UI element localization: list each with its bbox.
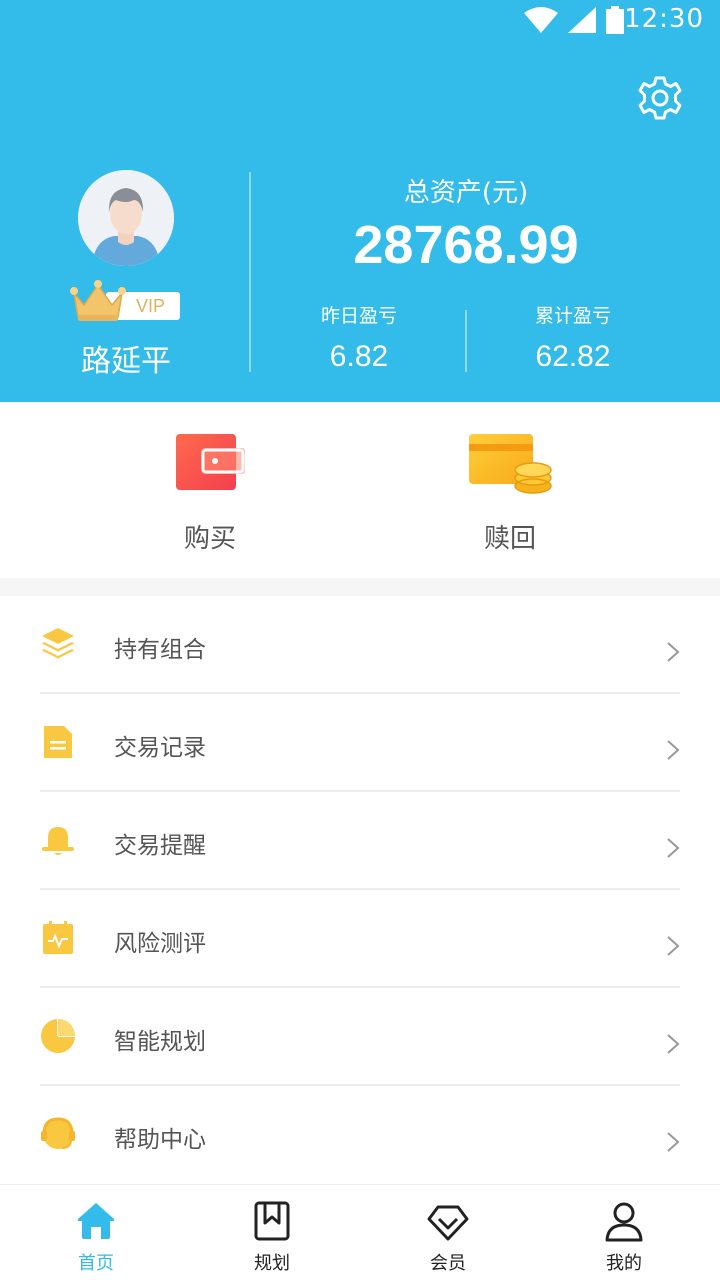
menu-item-risk-assessment[interactable]: 风险测评: [0, 890, 720, 988]
redeem-label: 赎回: [483, 524, 536, 554]
cumulative-pnl: 累计盈亏 62.82: [480, 302, 666, 374]
status-bar: 12:30: [0, 0, 720, 40]
chevron-right-icon: [667, 1034, 680, 1054]
status-time: 12:30: [624, 4, 704, 34]
yesterday-pnl-value: 6.82: [329, 340, 389, 373]
signal-icon: [568, 7, 596, 33]
menu-label: 交易记录: [114, 735, 206, 761]
home-icon: [77, 1203, 115, 1239]
buy-label: 购买: [183, 524, 236, 554]
crown-icon: [70, 280, 126, 321]
menu-label: 持有组合: [114, 637, 206, 663]
tab-home[interactable]: 首页: [36, 1195, 156, 1275]
chevron-right-icon: [667, 838, 680, 858]
chevron-right-icon: [667, 1132, 680, 1152]
layers-icon: [42, 628, 74, 659]
cumulative-pnl-label: 累计盈亏: [534, 305, 611, 327]
quick-actions: 购买 赎回: [0, 402, 720, 578]
menu-item-smart-planning[interactable]: 智能规划: [0, 988, 720, 1086]
menu-item-help-center[interactable]: 帮助中心: [0, 1086, 720, 1184]
yesterday-pnl-label: 昨日盈亏: [320, 305, 397, 327]
wallet-icon: [176, 434, 245, 490]
menu-label: 风险测评: [114, 931, 206, 957]
menu-label: 帮助中心: [114, 1127, 206, 1153]
diamond-icon: [427, 1205, 469, 1241]
menu-item-holdings[interactable]: 持有组合: [0, 596, 720, 694]
cumulative-pnl-value: 62.82: [535, 340, 611, 373]
person-icon: [605, 1202, 643, 1242]
tab-label: 我的: [606, 1253, 642, 1274]
total-assets-label: 总资产(元): [403, 178, 529, 208]
status-icons: [524, 4, 624, 36]
section-gap: [0, 578, 720, 596]
tab-label: 首页: [78, 1253, 114, 1274]
tab-label: 规划: [254, 1253, 290, 1274]
card-coins-icon: [469, 434, 552, 494]
menu-item-transactions[interactable]: 交易记录: [0, 694, 720, 792]
menu-list: 持有组合 交易记录 交易提醒 风险测评 智能规划 帮助中心: [0, 596, 720, 1184]
user-name: 路延平: [81, 344, 171, 379]
chevron-right-icon: [667, 642, 680, 662]
battery-icon: [606, 6, 624, 34]
menu-label: 智能规划: [114, 1029, 206, 1055]
profile-header: 12:30 VIP 路延平 总资产(元) 28768.99 昨日盈亏 6.82 …: [0, 0, 720, 402]
stats-divider: [465, 310, 467, 372]
tab-planning[interactable]: 规划: [212, 1195, 332, 1275]
tab-mine[interactable]: 我的: [564, 1195, 684, 1275]
buy-button[interactable]: 购买: [130, 432, 290, 555]
wifi-icon: [524, 7, 558, 33]
headset-icon: [41, 1117, 75, 1149]
pie-chart-icon: [41, 1019, 75, 1053]
redeem-button[interactable]: 赎回: [430, 432, 590, 555]
menu-item-alerts[interactable]: 交易提醒: [0, 792, 720, 890]
bottom-tab-bar: 首页 规划 会员 我的: [0, 1184, 720, 1280]
calendar-pulse-icon: [43, 921, 73, 954]
total-assets-value: 28768.99: [353, 215, 579, 275]
avatar[interactable]: [78, 170, 174, 266]
yesterday-pnl: 昨日盈亏 6.82: [266, 302, 452, 374]
chevron-right-icon: [667, 936, 680, 956]
chevron-right-icon: [667, 740, 680, 760]
bell-icon: [42, 827, 74, 855]
tab-membership[interactable]: 会员: [388, 1195, 508, 1275]
menu-label: 交易提醒: [114, 833, 206, 859]
bookmark-book-icon: [254, 1201, 290, 1241]
tab-label: 会员: [430, 1253, 466, 1274]
document-icon: [44, 726, 72, 758]
avatar-person-icon: [78, 170, 174, 266]
settings-gear-icon[interactable]: [636, 74, 684, 122]
